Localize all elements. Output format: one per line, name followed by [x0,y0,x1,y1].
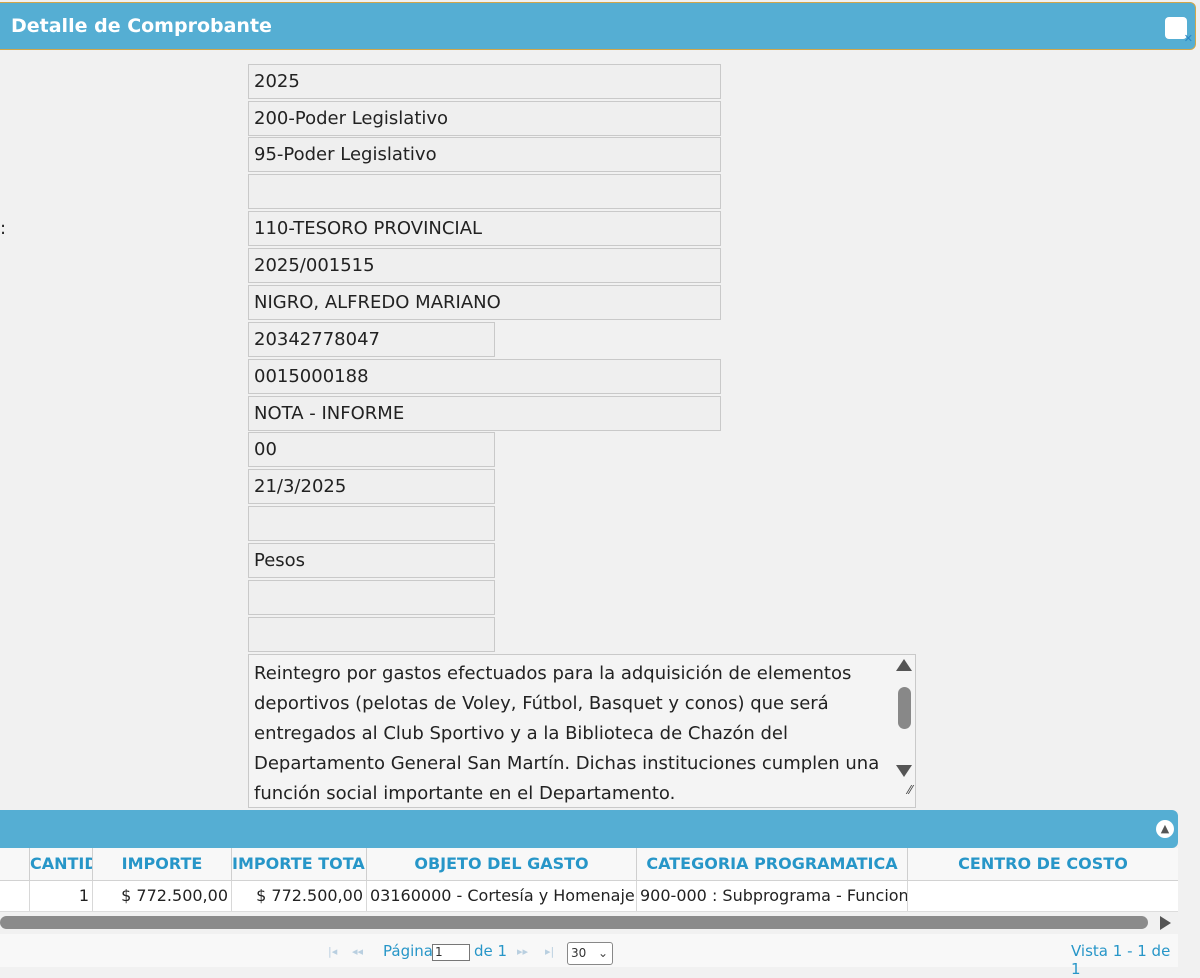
grid-horizontal-scrollbar[interactable] [0,914,1178,932]
dialog-title: Detalle de Comprobante [11,15,272,37]
textarea-scrollbar[interactable] [896,659,912,779]
description-textarea[interactable]: Reintegro por gastos efectuados para la … [248,654,916,808]
first-page-icon[interactable]: |◂ [328,945,337,958]
next-page-icon[interactable]: ▸▸ [517,945,528,958]
column-header-blank [0,848,30,880]
grid-header: CANTID IMPORTE IMPORTE TOTAL OBJETO DEL … [0,848,1178,881]
field-empty-2[interactable] [248,506,495,541]
field-empty-1[interactable] [248,174,721,209]
view-records-info: Vista 1 - 1 de 1 [1071,942,1171,978]
page-label: Página [383,942,433,960]
description-text: Reintegro por gastos efectuados para la … [254,663,880,804]
column-header-importe[interactable]: IMPORTE [93,848,232,880]
page-size-value: 30 [571,946,587,960]
last-page-icon[interactable]: ▸| [545,945,554,958]
cell-blank [0,881,30,911]
field-moneda[interactable]: Pesos [248,543,495,578]
chevron-down-icon: ⌄ [597,946,608,960]
page-of-label: de 1 [474,942,508,960]
field-fecha[interactable]: 21/3/2025 [248,469,495,504]
field-tipo-documento[interactable]: NOTA - INFORME [248,396,721,431]
page-size-select[interactable]: 30 ⌄ [567,942,613,965]
column-header-cantidad[interactable]: CANTID [30,848,93,880]
column-header-centro-de-costo[interactable]: CENTRO DE COSTO [908,848,1178,880]
dialog-titlebar: Detalle de Comprobante ✕ [0,2,1196,50]
close-window-button[interactable]: ✕ [1165,17,1193,45]
close-icon: ✕ [1183,32,1193,45]
column-header-categoria-programatica[interactable]: CATEGORIA PROGRAMATICA [637,848,908,880]
collapse-grid-icon[interactable]: ▲ [1156,820,1174,838]
field-codigo[interactable]: 00 [248,432,495,467]
grid-pager: |◂ ◂◂ Página 1 de 1 ▸▸ ▸| 30 ⌄ Vista 1 -… [0,934,1178,978]
cell-cantidad: 1 [30,881,93,911]
field-expediente[interactable]: 0015000188 [248,359,721,394]
scroll-right-icon[interactable] [1160,916,1171,930]
field-tesoreria[interactable]: 110-TESORO PROVINCIAL [248,211,721,246]
field-unidad[interactable]: 95-Poder Legislativo [248,137,721,172]
field-ejercicio[interactable]: 2025 [248,64,721,99]
cell-importe: $ 772.500,00 [93,881,232,911]
field-jurisdiccion[interactable]: 200-Poder Legislativo [248,101,721,136]
resize-handle-icon[interactable]: ⁄⁄ [908,775,912,805]
cell-categoria-programatica: 900-000 : Subprograma - Funciona [637,881,908,911]
table-row[interactable]: 1 $ 772.500,00 $ 772.500,00 03160000 - C… [0,881,1178,912]
scroll-thumb[interactable] [898,687,911,729]
field-cuit[interactable]: 20342778047 [248,322,495,357]
column-header-objeto-del-gasto[interactable]: OBJETO DEL GASTO [367,848,637,880]
field-numero[interactable]: 2025/001515 [248,248,721,283]
grid-caption-bar: ▲ [0,810,1178,848]
field-beneficiario[interactable]: NIGRO, ALFREDO MARIANO [248,285,721,320]
prev-page-icon[interactable]: ◂◂ [352,945,363,958]
field-empty-3[interactable] [248,580,495,615]
hscroll-thumb[interactable] [0,916,1148,929]
column-header-importe-total[interactable]: IMPORTE TOTAL [232,848,367,880]
cell-importe-total: $ 772.500,00 [232,881,367,911]
scroll-up-icon[interactable] [896,659,912,671]
cell-objeto-del-gasto: 03160000 - Cortesía y Homenaje [367,881,637,911]
field-empty-4[interactable] [248,617,495,652]
page-number-input[interactable]: 1 [432,944,470,961]
cell-centro-de-costo [908,881,1178,911]
field-label-colon: : [0,218,7,239]
